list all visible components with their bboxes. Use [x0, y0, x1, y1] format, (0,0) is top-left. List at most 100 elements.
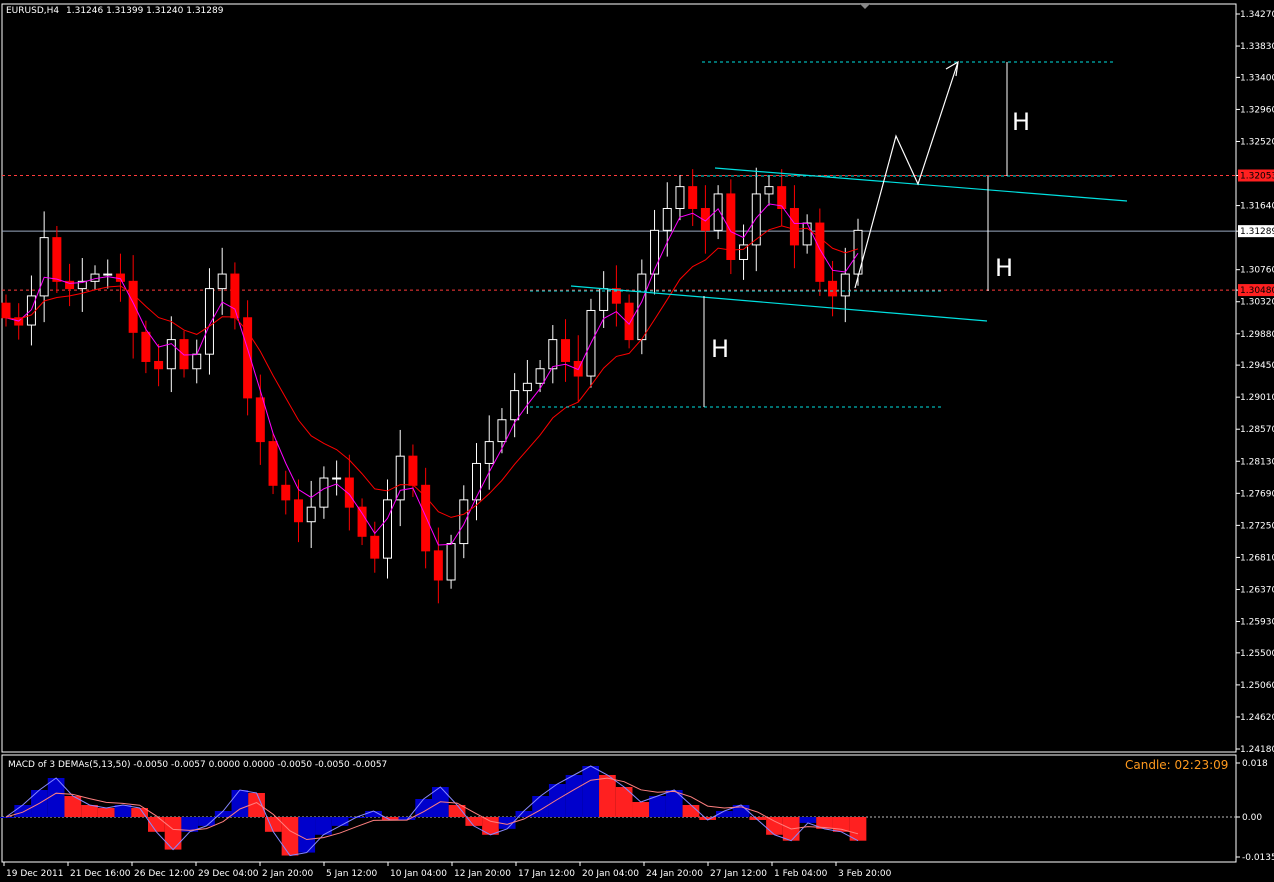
price-tick-label: 1.30760 [1240, 266, 1274, 276]
price-tick-label: 1.28130 [1240, 457, 1274, 467]
candle-body [802, 222, 812, 246]
price-tick-label: 1.24180 [1240, 745, 1274, 755]
time-tick-label: 10 Jan 04:00 [390, 869, 447, 879]
macd-histogram-bar [582, 766, 600, 817]
time-tick-label: 2 Jan 20:00 [262, 869, 314, 879]
candle-body [395, 455, 405, 501]
ohlc-values: 1.31246 1.31399 1.31240 1.31289 [66, 6, 224, 16]
candle-body [268, 441, 278, 486]
candle-body [141, 331, 151, 362]
price-tick-label: 1.32960 [1240, 105, 1274, 115]
price-tick-label: 1.28570 [1240, 425, 1274, 435]
candle-body [548, 339, 558, 370]
candle-body [764, 186, 774, 195]
price-tick-label: 1.24620 [1240, 713, 1274, 723]
price-tick-label: 1.33400 [1240, 73, 1274, 83]
candle-body [179, 339, 189, 370]
candle-body [522, 382, 532, 392]
candle-body [115, 273, 125, 282]
macd-histogram-bar [682, 805, 700, 817]
candle-body [52, 237, 62, 282]
candle-body [128, 280, 138, 333]
time-tick-label: 5 Jan 12:00 [326, 869, 378, 879]
candle-body [510, 390, 520, 421]
chart-window: 1.34270 1.33830 1.33400 1.32960 1.32520 1.320… [0, 0, 1274, 882]
candle-body [217, 273, 227, 290]
h-label-middle: H [995, 254, 1014, 282]
h-label-lower: H [711, 335, 730, 363]
price-tick-label: 1.27250 [1240, 521, 1274, 531]
time-tick-label: 24 Jan 20:00 [646, 869, 703, 879]
candle-body [459, 499, 469, 545]
macd-histogram-bar [81, 805, 98, 817]
candle-body [662, 207, 672, 231]
macd-histogram-bar [331, 817, 349, 826]
projection-path [854, 61, 959, 289]
macd-histogram-bar [97, 808, 115, 817]
time-tick-label: 29 Dec 04:00 [198, 869, 259, 879]
candle-body [230, 273, 240, 319]
price-tick-label: 1.25930 [1240, 618, 1274, 628]
candle-body [561, 339, 571, 362]
candle-body [192, 353, 202, 370]
price-tick-label: 1.29450 [1240, 361, 1274, 371]
candle-body [26, 295, 36, 326]
macd-histogram-bar [148, 817, 165, 832]
candle-body [370, 535, 380, 559]
macd-histogram-bar [548, 784, 566, 817]
candle-body [446, 543, 456, 581]
candle-body [319, 477, 329, 508]
macd-histogram-bar [14, 805, 32, 817]
candle-body [90, 273, 100, 282]
macd-tick-label: 0.00 [1242, 813, 1262, 823]
candle-body [472, 462, 482, 501]
price-tick-label: 1.26810 [1240, 553, 1274, 563]
chart-symbol-header: EURUSD,H4 1.31246 1.31399 1.31240 1.3128… [6, 6, 223, 16]
macd-indicator-label: MACD of 3 DEMAs(5,13,50) -0.0050 -0.0057… [8, 760, 388, 770]
candle-body [484, 441, 494, 464]
macd-histogram-bar [799, 817, 817, 823]
time-tick-label: 17 Jan 12:00 [518, 869, 575, 879]
price-tick-label: 1.29010 [1240, 393, 1274, 403]
price-tick-label: 1.32053 [1240, 171, 1274, 181]
candle-body [293, 499, 303, 523]
macd-tick-label: -0.0135 [1242, 853, 1274, 863]
macd-histogram-bar [281, 817, 299, 856]
price-chart[interactable]: 1.34270 1.33830 1.33400 1.32960 1.32520 1.320… [0, 0, 1274, 882]
macd-histogram-bar [665, 790, 683, 817]
candle-body [357, 506, 367, 537]
macd-histogram-bar [766, 817, 783, 835]
price-tick-label: 1.30480 [1240, 286, 1274, 296]
candle-body [840, 273, 850, 297]
candle-body [828, 280, 838, 297]
time-tick-label: 26 Dec 12:00 [134, 869, 195, 879]
price-tick-label: 1.32520 [1240, 137, 1274, 147]
time-tick-label: 19 Dec 2011 [6, 869, 64, 879]
time-tick-label: 3 Feb 20:00 [838, 869, 892, 879]
time-tick-label: 20 Jan 04:00 [582, 869, 639, 879]
macd-histogram-bar [565, 775, 583, 817]
price-tick-label: 1.25500 [1240, 649, 1274, 659]
h-label-upper: H [1012, 108, 1031, 136]
candle-body [599, 288, 609, 311]
candle-body [675, 186, 685, 209]
main-plot-frame [1, 3, 1237, 753]
candle-body [39, 237, 49, 297]
price-tick-label: 1.31640 [1240, 202, 1274, 212]
candle-body [204, 288, 214, 355]
macd-tick-label: 0.018 [1242, 759, 1268, 769]
candle-body [103, 273, 113, 276]
candle-body [433, 550, 443, 581]
price-tick-label: 1.34270 [1240, 10, 1274, 20]
macd-histogram-bar [164, 817, 182, 850]
candle-body [408, 455, 418, 486]
macd-histogram-bar [632, 802, 650, 817]
macd-histogram-bar [298, 817, 316, 853]
candle-body [535, 368, 545, 384]
candle-body [154, 360, 164, 370]
candle-body [688, 186, 698, 209]
candle-body [650, 229, 660, 275]
macd-histogram-bar [198, 817, 215, 826]
price-tick-label: 1.33830 [1240, 42, 1274, 52]
time-tick-label: 12 Jan 20:00 [454, 869, 511, 879]
